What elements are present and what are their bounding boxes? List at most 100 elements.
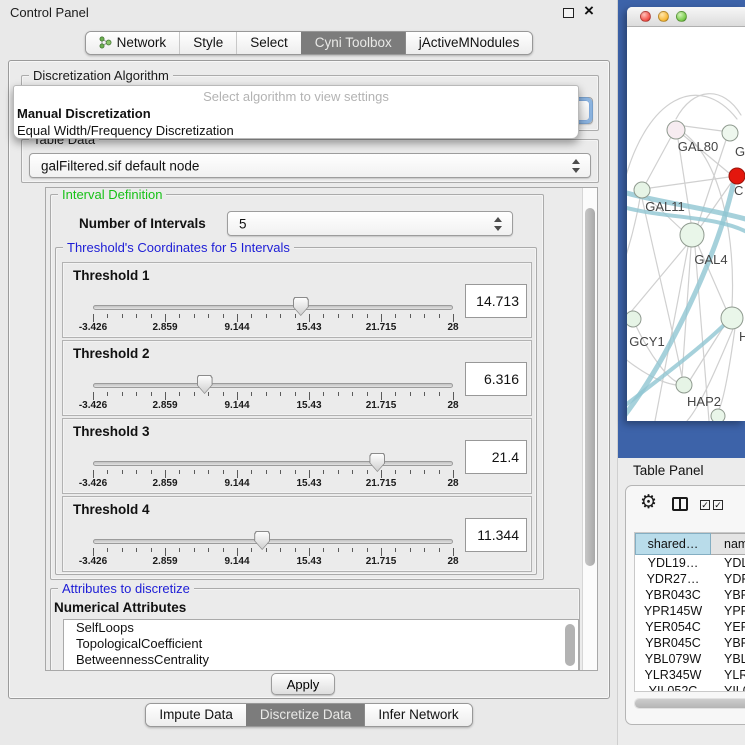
bottom-tab-discretize-data[interactable]: Discretize Data (246, 704, 365, 726)
network-node-red-node[interactable] (729, 168, 745, 184)
tick-label: 21.715 (366, 322, 397, 333)
network-node-GAL4[interactable] (680, 223, 704, 247)
threshold-panel-4: Threshold 4-3.4262.8599.14415.4321.71528… (62, 496, 532, 572)
cell-shared-name[interactable]: YPR145W (635, 603, 711, 619)
network-node-GCY1[interactable] (627, 311, 641, 327)
slider-track[interactable] (93, 383, 453, 388)
slider-track[interactable] (93, 461, 453, 466)
horizontal-scrollbar[interactable] (634, 698, 745, 709)
network-node-node-bottom[interactable] (711, 409, 725, 421)
slider-track[interactable] (93, 539, 453, 544)
tick-label: -3.426 (79, 322, 107, 333)
table-data-combobox[interactable]: galFiltered.sif default node (29, 153, 591, 178)
network-canvas[interactable]: GAL80GACGAL11GAL4GCY1HHAP2 (627, 27, 745, 421)
cell-shared-name[interactable]: YDL19… (635, 555, 711, 571)
table-row[interactable]: YBR045CYBR0 (635, 635, 745, 651)
screen: Control Panel × NetworkStyleSelectCyni T… (0, 0, 745, 745)
control-panel-titlebar: Control Panel × (0, 0, 617, 26)
list-scrollbar-thumb[interactable] (565, 624, 575, 666)
column-header-name[interactable]: name (711, 533, 745, 555)
dropdown-option-manual-discretization[interactable]: Manual Discretization (14, 105, 578, 122)
bottom-tab-infer-network[interactable]: Infer Network (364, 704, 471, 726)
network-node-node-right[interactable] (721, 307, 743, 329)
cell-name[interactable]: YDL1 (711, 555, 745, 571)
cell-shared-name[interactable]: YBR043C (635, 587, 711, 603)
number-of-intervals-label: Number of Intervals (79, 216, 206, 231)
cell-name[interactable]: YBR0 (711, 635, 745, 651)
network-node-node-top-right[interactable] (722, 125, 738, 141)
apply-button[interactable]: Apply (271, 673, 335, 695)
vertical-scrollbar-thumb[interactable] (585, 208, 595, 566)
tab-cyni-toolbox[interactable]: Cyni Toolbox (301, 32, 405, 54)
threshold-value-field[interactable]: 14.713 (465, 284, 527, 318)
checkbox-icon[interactable]: ✓ (700, 500, 710, 510)
tab-jactivemnodules[interactable]: jActiveMNodules (405, 32, 533, 54)
network-node-GAL80[interactable] (667, 121, 685, 139)
network-edge[interactable] (684, 126, 722, 131)
tick-label: 2.859 (152, 322, 177, 333)
table-row[interactable]: YDL19…YDL1 (635, 555, 745, 571)
table-row[interactable]: YBR043CYBR0 (635, 587, 745, 603)
network-node-GAL11[interactable] (634, 182, 650, 198)
tick-label: 15.43 (296, 400, 321, 411)
cell-shared-name[interactable]: YIL052C (635, 683, 711, 692)
cell-shared-name[interactable]: YBR045C (635, 635, 711, 651)
threshold-value-field[interactable]: 6.316 (465, 362, 527, 396)
close-icon[interactable]: × (584, 1, 594, 21)
attribute-list-item[interactable]: BetweennessCentrality (64, 652, 578, 668)
horizontal-scrollbar-thumb[interactable] (635, 699, 745, 708)
network-edge[interactable] (719, 328, 735, 409)
cell-shared-name[interactable]: YER054C (635, 619, 711, 635)
attribute-list-item[interactable]: TopologicalCoefficient (64, 636, 578, 652)
vertical-scrollbar[interactable] (582, 188, 597, 670)
threshold-value-field[interactable]: 21.4 (465, 440, 527, 474)
close-traffic-light[interactable] (640, 11, 651, 22)
slider-track[interactable] (93, 305, 453, 310)
number-of-intervals-combobox[interactable]: 5 (227, 211, 513, 236)
float-window-icon[interactable] (563, 8, 574, 18)
cell-name[interactable]: YPR1 (711, 603, 745, 619)
node-label-gal80: GAL80 (678, 139, 718, 154)
attribute-list-item[interactable]: SelfLoops (64, 620, 578, 636)
column-header-shared-name[interactable]: shared… (635, 533, 711, 555)
node-label-ga: GA (735, 144, 745, 159)
node-label-c: C (734, 183, 743, 198)
cell-shared-name[interactable]: YBL079W (635, 651, 711, 667)
cell-shared-name[interactable]: YDR27… (635, 571, 711, 587)
tick-label: -3.426 (79, 400, 107, 411)
tab-network[interactable]: Network (86, 32, 180, 54)
cell-name[interactable]: YBL0 (711, 651, 745, 667)
table-row[interactable]: YIL052CYIL0 (635, 683, 745, 692)
columns-icon[interactable] (672, 497, 688, 511)
table-row[interactable]: YPR145WYPR1 (635, 603, 745, 619)
cell-name[interactable]: YBR0 (711, 587, 745, 603)
tick-label: 28 (447, 478, 458, 489)
cell-name[interactable]: YDR2 (711, 571, 745, 587)
cell-name[interactable]: YLR3 (711, 667, 745, 683)
network-edge[interactable] (646, 137, 671, 183)
tab-style[interactable]: Style (179, 32, 236, 54)
cell-name[interactable]: YIL0 (711, 683, 745, 692)
cell-shared-name[interactable]: YLR345W (635, 667, 711, 683)
settings-gear-icon[interactable]: ⚙ (640, 492, 657, 514)
dropdown-placeholder-item[interactable]: Select algorithm to view settings (14, 88, 578, 105)
checkbox-icon[interactable]: ✓ (713, 500, 723, 510)
numerical-attributes-list[interactable]: SelfLoopsTopologicalCoefficientBetweenne… (63, 619, 579, 671)
tab-select[interactable]: Select (236, 32, 301, 54)
bottom-tab-impute-data[interactable]: Impute Data (146, 704, 246, 726)
threshold-panel-3: Threshold 3-3.4262.8599.14415.4321.71528… (62, 418, 532, 494)
tab-label: Impute Data (159, 707, 233, 722)
table-row[interactable]: YLR345WYLR3 (635, 667, 745, 683)
threshold-value-field[interactable]: 11.344 (465, 518, 527, 552)
tick-label: 28 (447, 400, 458, 411)
network-window-titlebar (627, 7, 745, 27)
dropdown-option-equal-width-frequency[interactable]: Equal Width/Frequency Discretization (14, 122, 578, 139)
zoom-traffic-light[interactable] (676, 11, 687, 22)
network-node-HAP2[interactable] (676, 377, 692, 393)
minimize-traffic-light[interactable] (658, 11, 669, 22)
stepper-arrows-icon (494, 217, 503, 231)
table-row[interactable]: YDR27…YDR2 (635, 571, 745, 587)
cell-name[interactable]: YER0 (711, 619, 745, 635)
table-row[interactable]: YER054CYER0 (635, 619, 745, 635)
table-row[interactable]: YBL079WYBL0 (635, 651, 745, 667)
